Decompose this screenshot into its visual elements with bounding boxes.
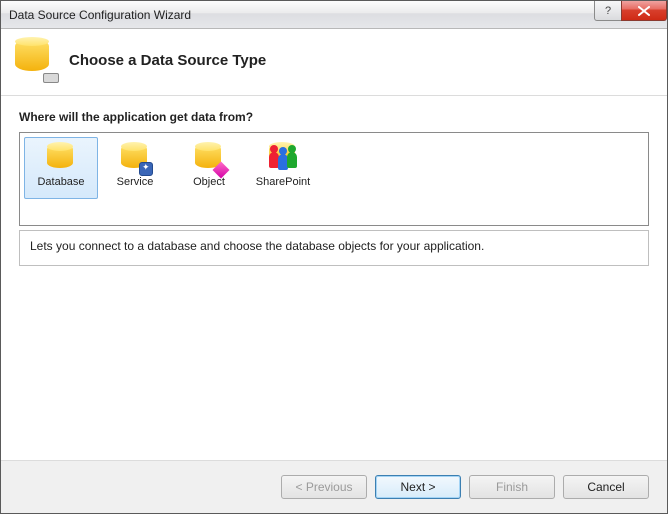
service-icon (119, 142, 151, 174)
close-icon (638, 6, 650, 16)
option-label: SharePoint (256, 176, 310, 188)
option-object[interactable]: Object (172, 137, 246, 199)
help-button[interactable]: ? (594, 1, 622, 21)
finish-button: Finish (469, 475, 555, 499)
wizard-footer: < Previous Next > Finish Cancel (1, 460, 667, 513)
window-title: Data Source Configuration Wizard (9, 8, 191, 22)
wizard-header: Choose a Data Source Type (1, 29, 667, 96)
description-box: Lets you connect to a database and choos… (19, 230, 649, 266)
database-large-icon (15, 39, 57, 81)
titlebar: Data Source Configuration Wizard ? (1, 1, 667, 29)
wizard-window: Data Source Configuration Wizard ? Choos… (0, 0, 668, 514)
option-sharepoint[interactable]: SharePoint (246, 137, 320, 199)
title-buttons: ? (595, 1, 667, 21)
option-label: Service (117, 176, 154, 188)
object-icon (193, 142, 225, 174)
options-box: Database Service Object (19, 132, 649, 226)
close-button[interactable] (621, 1, 667, 21)
database-icon (45, 142, 77, 174)
option-database[interactable]: Database (24, 137, 98, 199)
previous-button: < Previous (281, 475, 367, 499)
prompt-label: Where will the application get data from… (19, 110, 649, 124)
next-button[interactable]: Next > (375, 475, 461, 499)
option-service[interactable]: Service (98, 137, 172, 199)
description-text: Lets you connect to a database and choos… (30, 239, 484, 253)
sharepoint-icon (267, 142, 299, 174)
option-label: Database (37, 176, 84, 188)
wizard-content: Where will the application get data from… (1, 96, 667, 460)
page-title: Choose a Data Source Type (69, 52, 266, 69)
cancel-button[interactable]: Cancel (563, 475, 649, 499)
